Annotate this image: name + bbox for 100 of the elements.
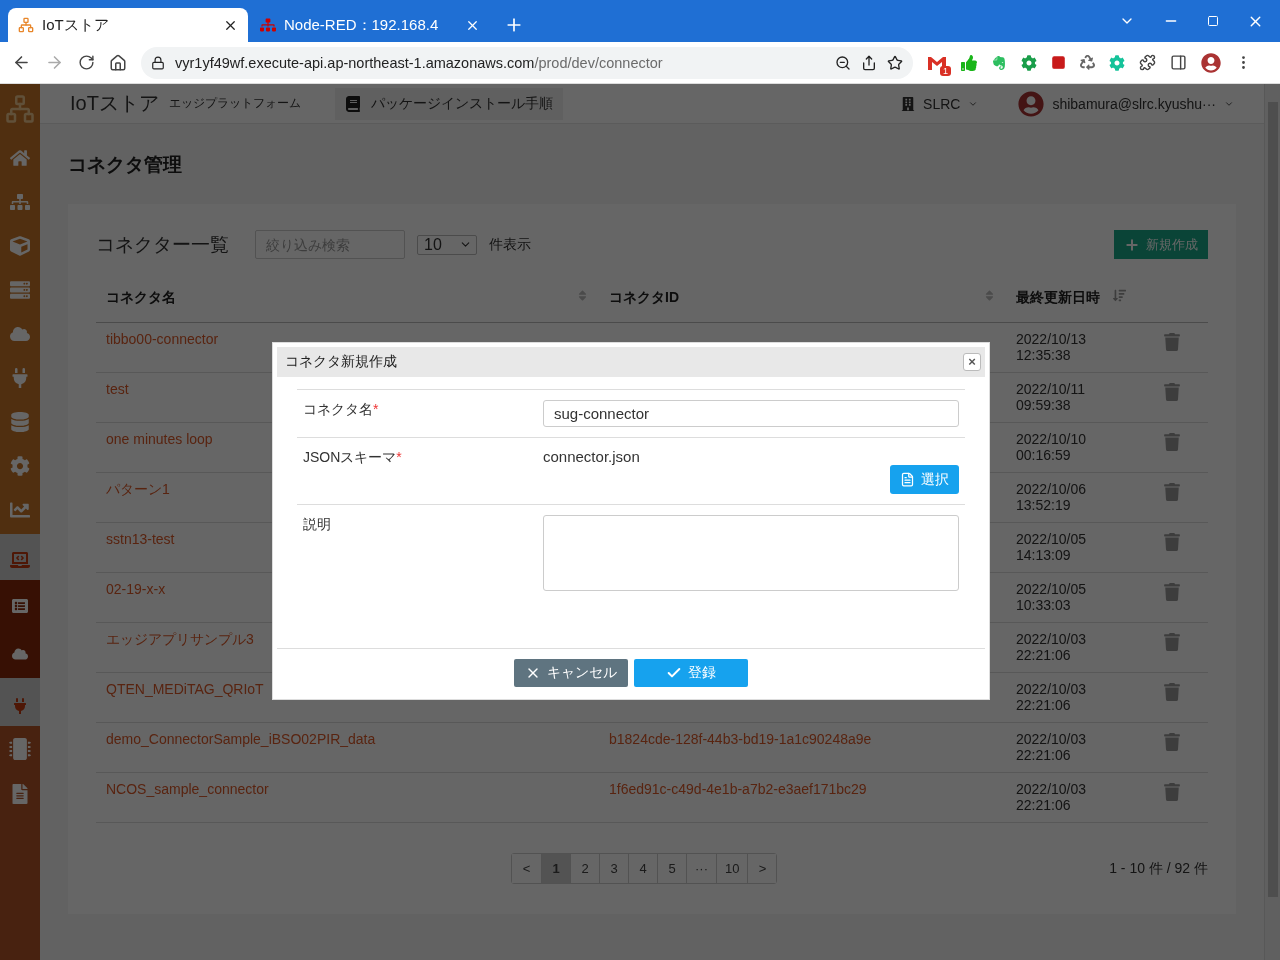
cloud-icon[interactable] [10, 324, 30, 344]
cancel-button[interactable]: キャンセル [514, 659, 628, 687]
browser-tab[interactable]: Node-RED：192.168.4 [250, 8, 490, 42]
result-count: 1 - 10 件 / 92 件 [1109, 859, 1208, 878]
list-title: コネクター一覧 [96, 232, 229, 257]
connector-name-link[interactable]: QTEN_MEDiTAG_QRIoT [96, 673, 274, 697]
page-size-label: 件表示 [489, 235, 531, 254]
extensions-icon[interactable] [1139, 54, 1156, 71]
connector-name-link[interactable]: test [96, 373, 139, 397]
table-cell-text: 2022/10/11 09:59:38 [1015, 380, 1087, 413]
reload-icon[interactable] [78, 54, 95, 71]
code-monitor-icon[interactable] [10, 550, 30, 570]
table-cell-text: 2022/10/05 14:13:09 [1015, 530, 1088, 563]
table-cell-text: 2022/10/10 00:16:59 [1015, 430, 1088, 463]
chip-icon[interactable] [9, 738, 31, 760]
table-cell-text: 2022/10/03 22:21:06 [1015, 730, 1088, 763]
server-icon[interactable] [10, 280, 30, 300]
delete-icon[interactable] [1163, 483, 1181, 501]
avatar-icon [1018, 90, 1045, 117]
guide-button[interactable]: パッケージインストール手順 [334, 87, 563, 120]
plug-icon[interactable] [10, 368, 30, 388]
delete-icon[interactable] [1163, 583, 1181, 601]
register-button[interactable]: 登録 [634, 659, 748, 687]
logo-icon [5, 94, 35, 124]
table-cell-text: 2022/10/06 13:52:19 [1015, 480, 1088, 513]
column-header[interactable]: コネクタ名 [106, 289, 176, 307]
sitemap-icon[interactable] [10, 192, 30, 212]
table-cell-text: 2022/10/03 22:21:06 [1015, 680, 1088, 713]
page-button[interactable]: > [747, 854, 777, 883]
connector-name-link[interactable]: パターン1 [96, 473, 180, 497]
table-cell-text: 2022/10/05 10:33:03 [1015, 580, 1088, 613]
connector-name-link[interactable]: one minutes loop [96, 423, 223, 447]
select-button[interactable]: 選択 [890, 465, 959, 494]
delete-icon[interactable] [1163, 383, 1181, 401]
document-icon[interactable] [10, 784, 30, 804]
browser-tab[interactable]: IoTストア [8, 8, 248, 42]
delete-icon[interactable] [1163, 333, 1181, 351]
cube-icon[interactable] [10, 236, 30, 256]
connector-name-link[interactable]: NCOS_sample_connector [96, 773, 279, 797]
square-icon[interactable] [1051, 55, 1066, 70]
chart-icon[interactable] [10, 500, 30, 520]
connector-name-link[interactable]: demo_ConnectorSample_iBSO02PIR_data [96, 723, 386, 747]
sort-icon[interactable] [576, 289, 589, 302]
description-field[interactable] [543, 515, 959, 591]
address-bar[interactable]: vyr1yf49wf.execute-api.ap-northeast-1.amazonaws.com/prod/dev/connector [141, 46, 913, 79]
connector-id-link[interactable]: b1824cde-128f-44b3-bd19-1a1c90248a9e [599, 723, 882, 747]
avatar-icon[interactable] [1201, 52, 1221, 73]
settings-icon[interactable] [10, 456, 30, 476]
back-icon[interactable] [12, 53, 31, 72]
column-header[interactable]: コネクタID [609, 289, 679, 307]
organization-menu[interactable]: SLRC [901, 95, 979, 112]
app-title: IoTストア [70, 91, 159, 116]
connector-id-link[interactable]: 1f6ed91c-c49d-4e1b-a7b2-e3aef171bc29 [599, 773, 877, 797]
maximize-icon[interactable] [1207, 15, 1219, 27]
close-button[interactable]: × [963, 353, 981, 371]
building-icon [901, 96, 916, 111]
book-icon [344, 95, 361, 112]
thumbs-up-icon[interactable] [961, 54, 977, 71]
delete-icon[interactable] [1163, 733, 1181, 751]
connector-name-link[interactable]: tibbo00-connector [96, 323, 229, 347]
page-size-select[interactable]: 10 [417, 234, 477, 255]
app-subtitle: エッジプラットフォーム [168, 95, 301, 112]
lock-icon [151, 55, 165, 70]
forward-icon[interactable] [45, 53, 64, 72]
network-icon [18, 17, 34, 33]
connector-name-link[interactable]: 02-19-x-x [96, 573, 176, 597]
zoom-out-icon[interactable] [835, 54, 851, 71]
connector-name-link[interactable]: sstn13-test [96, 523, 185, 547]
user-menu[interactable]: shibamura@slrc.kyushu··· [1018, 90, 1234, 117]
table-cell-text: 2022/10/03 22:21:06 [1015, 630, 1088, 663]
column-header[interactable]: 最終更新日時 [1016, 289, 1100, 307]
recycle-icon[interactable] [1080, 55, 1095, 70]
cloud-icon[interactable] [12, 646, 28, 662]
text-input[interactable]: sug-connector [543, 400, 959, 427]
delete-icon[interactable] [1163, 783, 1181, 801]
elephant-icon[interactable] [991, 54, 1007, 71]
plus-icon [1124, 236, 1140, 253]
file-name: connector.json [543, 448, 641, 465]
delete-icon[interactable] [1163, 683, 1181, 701]
plug-icon[interactable] [12, 698, 28, 714]
delete-icon[interactable] [1163, 533, 1181, 551]
sort-icon[interactable] [983, 289, 996, 302]
database-icon[interactable] [10, 412, 30, 432]
table-cell-text: 2022/10/03 22:21:06 [1015, 780, 1088, 813]
home-icon[interactable] [109, 53, 127, 72]
star-icon[interactable] [887, 54, 903, 71]
field-label: JSONスキーマ* [303, 448, 403, 467]
notification-badge: 1 [940, 65, 951, 76]
delete-icon[interactable] [1163, 433, 1181, 451]
page-title: コネクタ管理 [68, 153, 183, 177]
field-label: 説明 [303, 515, 332, 534]
sort-descending-icon[interactable] [1113, 289, 1126, 302]
new-button[interactable]: 新規作成 [1114, 230, 1208, 259]
dialog-title: コネクタ新規作成 [285, 353, 397, 371]
side-panel-icon[interactable] [1170, 54, 1187, 71]
page-button[interactable]: 1 [541, 854, 570, 883]
share-icon[interactable] [861, 54, 877, 71]
gear-icon[interactable] [1021, 54, 1037, 71]
connector-name-link[interactable]: エッジアプリサンプル3 [96, 623, 264, 647]
delete-icon[interactable] [1163, 633, 1181, 651]
